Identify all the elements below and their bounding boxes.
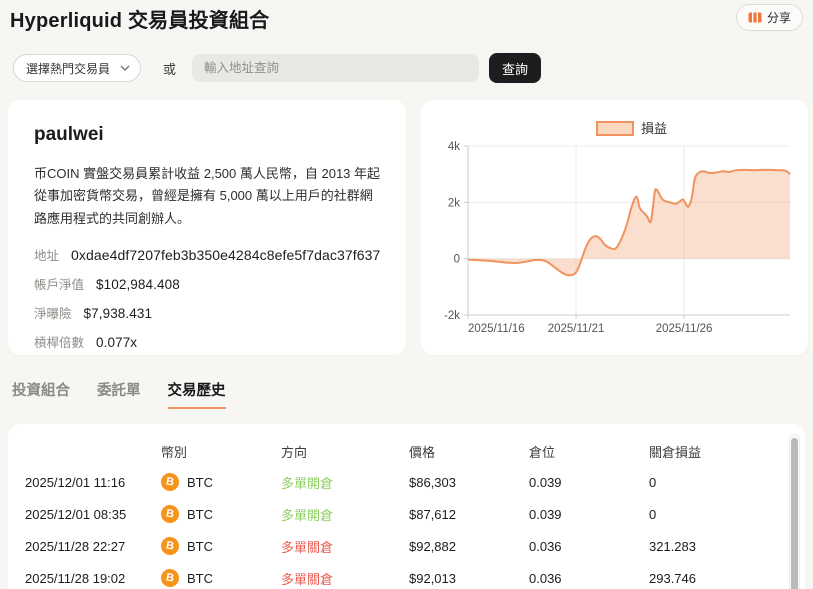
- column-header: 關倉損益: [649, 442, 779, 461]
- coin-cell: B BTC: [161, 569, 281, 587]
- x-tick-label: 2025/11/21: [548, 323, 605, 335]
- btc-icon: B: [159, 535, 180, 556]
- direction-label: 多單關倉: [281, 537, 409, 556]
- btc-icon: B: [159, 503, 180, 524]
- trade-size: 0.036: [529, 571, 649, 586]
- summary-cards: paulwei 币COIN 實盤交易員累計收益 2,500 萬人民幣，自 201…: [8, 100, 805, 355]
- trade-price: $87,612: [409, 507, 529, 522]
- trade-pnl: 321.283: [649, 539, 779, 554]
- coin-cell: B BTC: [161, 473, 281, 491]
- table-scrollbar-track[interactable]: [789, 434, 800, 589]
- column-header: 倉位: [529, 442, 649, 461]
- x-tick-label: 2025/11/16: [468, 323, 525, 335]
- stat-row: 地址 0xdae4df7207feb3b350e4284c8efe5f7dac37…: [34, 245, 380, 264]
- search-controls: 選擇熱門交易員 或 查詢: [13, 53, 805, 83]
- btc-icon: B: [159, 471, 180, 492]
- trade-size: 0.036: [529, 539, 649, 554]
- trader-select-label: 選擇熱門交易員: [26, 60, 110, 77]
- share-button[interactable]: 分享: [736, 4, 803, 31]
- pnl-area-fill: [468, 170, 790, 275]
- chevron-down-icon: [120, 65, 130, 71]
- legend-swatch[interactable]: [597, 122, 633, 135]
- or-label: 或: [163, 59, 176, 78]
- page: Hyperliquid 交易員投資組合 分享 選擇熱門交易員 或 查詢 paul…: [0, 0, 813, 589]
- trade-time: 2025/12/01 11:16: [25, 475, 161, 490]
- table-header-row: 幣別方向價格倉位關倉損益: [25, 436, 779, 466]
- column-header: 方向: [281, 442, 409, 461]
- btc-icon: B: [159, 567, 180, 588]
- trader-select[interactable]: 選擇熱門交易員: [13, 54, 141, 82]
- trade-pnl: 0: [649, 507, 779, 522]
- coin-label: BTC: [187, 539, 213, 554]
- query-button[interactable]: 查詢: [489, 53, 541, 83]
- direction-label: 多單開倉: [281, 473, 409, 492]
- stat-value: 0.077x: [96, 335, 137, 350]
- trade-pnl: 0: [649, 475, 779, 490]
- stat-value: $102,984.408: [96, 277, 180, 292]
- trade-pnl: 293.746: [649, 571, 779, 586]
- column-header: 幣別: [161, 442, 281, 461]
- trade-time: 2025/11/28 19:02: [25, 571, 161, 586]
- tab-trade-history[interactable]: 交易歷史: [168, 379, 226, 409]
- stat-label: 地址: [34, 245, 59, 264]
- y-tick-label: 4k: [448, 141, 460, 153]
- stat-row: 淨曝險 $7,938.431: [34, 303, 380, 322]
- coin-label: BTC: [187, 571, 213, 586]
- coin-label: BTC: [187, 475, 213, 490]
- tab-orders[interactable]: 委託單: [97, 379, 141, 409]
- column-header: 價格: [409, 442, 529, 461]
- page-header: Hyperliquid 交易員投資組合 分享: [8, 0, 805, 33]
- direction-label: 多單開倉: [281, 505, 409, 524]
- trade-price: $86,303: [409, 475, 529, 490]
- coin-label: BTC: [187, 507, 213, 522]
- table-row: 2025/12/01 11:16B BTC 多單開倉$86,3030.0390: [25, 466, 779, 498]
- trader-bio: 币COIN 實盤交易員累計收益 2,500 萬人民幣，自 2013 年起從事加密…: [34, 163, 380, 230]
- pnl-chart-card[interactable]: 4k 2k 0 -2k 2025/11/16 2025/11/21 2025/11/26 損益: [421, 100, 808, 355]
- stat-label: 帳戶淨值: [34, 274, 84, 293]
- trade-history-card: 幣別方向價格倉位關倉損益 2025/12/01 11:16BBTC多單開倉$86…: [8, 424, 805, 589]
- trade-price: $92,882: [409, 539, 529, 554]
- stat-label: 槓桿倍數: [34, 332, 84, 351]
- stat-row: 槓桿倍數 0.077x: [34, 332, 380, 351]
- stat-row: 帳戶淨值 $102,984.408: [34, 274, 380, 293]
- direction-label: 多單關倉: [281, 569, 409, 588]
- table-row: 2025/11/28 22:27B BTC 多單關倉$92,8820.036321.…: [25, 530, 779, 562]
- trader-profile-card: paulwei 币COIN 實盤交易員累計收益 2,500 萬人民幣，自 201…: [8, 100, 406, 355]
- table-body: 2025/12/01 11:16BBTC多單開倉$86,3030.0390202…: [25, 466, 779, 589]
- table-row: 2025/11/28 19:02B BTC 多單關倉$92,0130.036293.…: [25, 562, 779, 589]
- stat-value: $7,938.431: [84, 306, 153, 321]
- x-tick-label: 2025/11/26: [656, 323, 713, 335]
- page-title: Hyperliquid 交易員投資組合: [10, 4, 269, 33]
- coin-cell: B BTC: [161, 505, 281, 523]
- stat-label: 淨曝險: [34, 303, 72, 322]
- table-row: 2025/12/01 08:35B BTC 多單開倉$87,6120.0390: [25, 498, 779, 530]
- y-tick-label: 0: [454, 254, 460, 266]
- share-button-label: 分享: [767, 9, 791, 26]
- trade-size: 0.039: [529, 475, 649, 490]
- y-tick-label: -2k: [444, 310, 460, 322]
- table-scrollbar-thumb[interactable]: [791, 438, 798, 589]
- trader-stats: 地址 0xdae4df7207feb3b350e4284c8efe5f7dac37…: [34, 245, 380, 351]
- trade-price: $92,013: [409, 571, 529, 586]
- tab-portfolio[interactable]: 投資組合: [12, 379, 70, 409]
- legend-label[interactable]: 損益: [641, 121, 667, 136]
- trade-time: 2025/11/28 22:27: [25, 539, 161, 554]
- trader-name: paulwei: [34, 124, 380, 146]
- address-search-input[interactable]: [192, 54, 479, 82]
- pnl-area-chart[interactable]: 4k 2k 0 -2k 2025/11/16 2025/11/21 2025/11/26 損益: [421, 100, 808, 353]
- y-tick-label: 2k: [448, 197, 460, 209]
- share-card-icon: [748, 12, 762, 23]
- section-tabs: 投資組合委託單交易歷史: [12, 379, 805, 409]
- coin-cell: B BTC: [161, 537, 281, 555]
- stat-value: 0xdae4df7207feb3b350e4284c8efe5f7dac37f6…: [71, 247, 380, 263]
- trade-size: 0.039: [529, 507, 649, 522]
- trade-time: 2025/12/01 08:35: [25, 507, 161, 522]
